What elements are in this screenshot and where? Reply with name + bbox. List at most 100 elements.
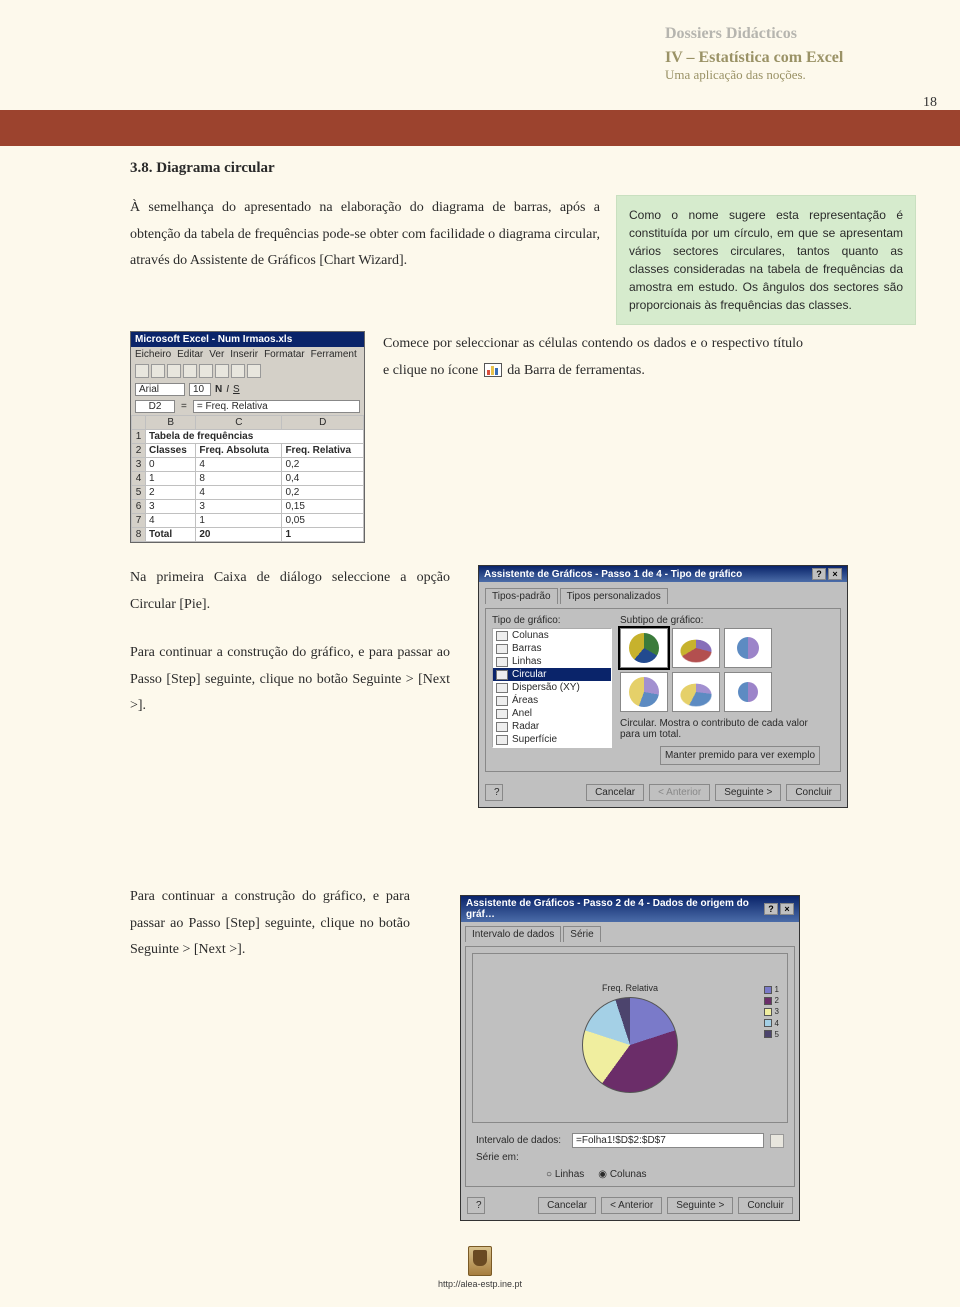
row-header[interactable]: 7: [132, 514, 146, 528]
italic-icon[interactable]: I: [226, 384, 229, 395]
menu-item[interactable]: Ferrament: [311, 349, 357, 360]
cut-icon[interactable]: [199, 364, 213, 378]
wizard2-title: Assistente de Gráficos - Passo 2 de 4 - …: [466, 898, 764, 920]
menu-item[interactable]: Inserir: [230, 349, 258, 360]
subtype-pie-2d[interactable]: [620, 628, 668, 668]
row-header[interactable]: 8: [132, 528, 146, 542]
help-icon[interactable]: ?: [764, 903, 778, 915]
row-header[interactable]: 4: [132, 472, 146, 486]
subtype-pie-3d[interactable]: [672, 628, 720, 668]
cell[interactable]: 0,15: [282, 500, 364, 514]
cell[interactable]: 0,05: [282, 514, 364, 528]
open-icon[interactable]: [151, 364, 165, 378]
type-bolhas[interactable]: Bolhas: [493, 746, 611, 748]
col-header[interactable]: C: [196, 416, 282, 430]
range-input[interactable]: =Folha1!$D$2:$D$7: [572, 1133, 764, 1148]
font-select[interactable]: Arial: [135, 383, 185, 396]
cell[interactable]: Classes: [146, 444, 196, 458]
undo-icon[interactable]: [247, 364, 261, 378]
cancel-button[interactable]: Cancelar: [538, 1197, 596, 1214]
type-linhas[interactable]: Linhas: [493, 655, 611, 668]
help-button[interactable]: ?: [485, 784, 503, 801]
subtype-exploded-pie[interactable]: [620, 672, 668, 712]
cell[interactable]: 0,2: [282, 458, 364, 472]
row-header[interactable]: 2: [132, 444, 146, 458]
cell[interactable]: 1: [196, 514, 282, 528]
cell[interactable]: 8: [196, 472, 282, 486]
help-icon[interactable]: ?: [812, 568, 826, 580]
tab-custom[interactable]: Tipos personalizados: [560, 588, 668, 604]
cell[interactable]: Total: [146, 528, 196, 542]
cell[interactable]: 20: [196, 528, 282, 542]
formula-value[interactable]: = Freq. Relativa: [193, 400, 360, 413]
next-button[interactable]: Seguinte >: [667, 1197, 733, 1214]
cell[interactable]: 4: [196, 458, 282, 472]
cell[interactable]: 1: [146, 472, 196, 486]
cell[interactable]: 4: [146, 514, 196, 528]
radar-icon: [496, 722, 508, 732]
fontsize-select[interactable]: 10: [189, 383, 211, 396]
new-icon[interactable]: [135, 364, 149, 378]
tab-series[interactable]: Série: [563, 926, 600, 942]
preview-button[interactable]: Manter premido para ver exemplo: [660, 746, 820, 765]
tab-standard[interactable]: Tipos-padrão: [485, 588, 558, 604]
row-header[interactable]: 3: [132, 458, 146, 472]
cell[interactable]: 2: [146, 486, 196, 500]
cell[interactable]: 0: [146, 458, 196, 472]
chart-wizard-icon[interactable]: [484, 363, 502, 377]
type-superficie[interactable]: Superfície: [493, 733, 611, 746]
menu-item[interactable]: Ver: [209, 349, 224, 360]
radio-rows[interactable]: ○ Linhas: [546, 1169, 584, 1180]
cell[interactable]: Tabela de frequências: [146, 430, 364, 444]
copy-icon[interactable]: [215, 364, 229, 378]
cell[interactable]: 3: [146, 500, 196, 514]
underline-icon[interactable]: S: [233, 384, 240, 395]
tab-data-range[interactable]: Intervalo de dados: [465, 926, 561, 942]
close-icon[interactable]: ×: [780, 903, 794, 915]
cell-reference[interactable]: D2: [135, 400, 175, 413]
finish-button[interactable]: Concluir: [786, 784, 841, 801]
cell[interactable]: 3: [196, 500, 282, 514]
type-anel[interactable]: Anel: [493, 707, 611, 720]
row-header[interactable]: 5: [132, 486, 146, 500]
cancel-button[interactable]: Cancelar: [586, 784, 644, 801]
menu-item[interactable]: Eicheiro: [135, 349, 171, 360]
col-header[interactable]: D: [282, 416, 364, 430]
paste-icon[interactable]: [231, 364, 245, 378]
subtype-bar-of-pie[interactable]: [724, 672, 772, 712]
cell[interactable]: Freq. Relativa: [282, 444, 364, 458]
cell[interactable]: 0,2: [282, 486, 364, 500]
menu-item[interactable]: Editar: [177, 349, 203, 360]
subtype-pie-of-pie[interactable]: [724, 628, 772, 668]
back-button[interactable]: < Anterior: [601, 1197, 662, 1214]
footer-logo-icon: [468, 1246, 492, 1276]
next-button[interactable]: Seguinte >: [715, 784, 781, 801]
row-header[interactable]: 1: [132, 430, 146, 444]
bold-icon[interactable]: N: [215, 384, 222, 395]
corner-header[interactable]: [132, 416, 146, 430]
cell[interactable]: 0,4: [282, 472, 364, 486]
type-areas[interactable]: Áreas: [493, 694, 611, 707]
col-header[interactable]: B: [146, 416, 196, 430]
chart-type-list[interactable]: Colunas Barras Linhas Circular Dispersão…: [492, 628, 612, 748]
print-icon[interactable]: [183, 364, 197, 378]
finish-button[interactable]: Concluir: [738, 1197, 793, 1214]
type-circular[interactable]: Circular: [493, 668, 611, 681]
page-content: 3.8. Diagrama circular À semelhança do a…: [130, 160, 930, 964]
subtype-exploded-3d[interactable]: [672, 672, 720, 712]
type-barras[interactable]: Barras: [493, 642, 611, 655]
radio-cols[interactable]: ◉ Colunas: [598, 1169, 646, 1180]
pie-chart: [582, 997, 678, 1093]
help-button[interactable]: ?: [467, 1197, 485, 1214]
close-icon[interactable]: ×: [828, 568, 842, 580]
cell[interactable]: Freq. Absoluta: [196, 444, 282, 458]
type-radar[interactable]: Radar: [493, 720, 611, 733]
cell[interactable]: 1: [282, 528, 364, 542]
range-picker-icon[interactable]: [770, 1134, 784, 1148]
save-icon[interactable]: [167, 364, 181, 378]
row-header[interactable]: 6: [132, 500, 146, 514]
menu-item[interactable]: Formatar: [264, 349, 305, 360]
type-colunas[interactable]: Colunas: [493, 629, 611, 642]
type-dispersao[interactable]: Dispersão (XY): [493, 681, 611, 694]
cell[interactable]: 4: [196, 486, 282, 500]
